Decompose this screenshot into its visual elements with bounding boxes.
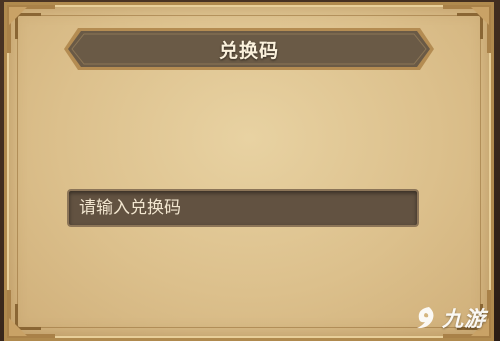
redeem-code-screen: 兑换码 九游	[0, 0, 500, 341]
corner-ornament-icon	[7, 290, 55, 338]
redeem-code-input[interactable]	[67, 189, 419, 227]
corner-ornament-icon	[443, 5, 491, 53]
watermark: 九游	[413, 303, 486, 333]
dialog-title-banner: 兑换码	[62, 26, 436, 72]
watermark-brand-text: 九游	[442, 307, 486, 331]
jiuyou-logo-icon	[417, 307, 434, 329]
corner-ornament-icon	[7, 5, 55, 53]
dialog-title: 兑换码	[218, 39, 279, 62]
